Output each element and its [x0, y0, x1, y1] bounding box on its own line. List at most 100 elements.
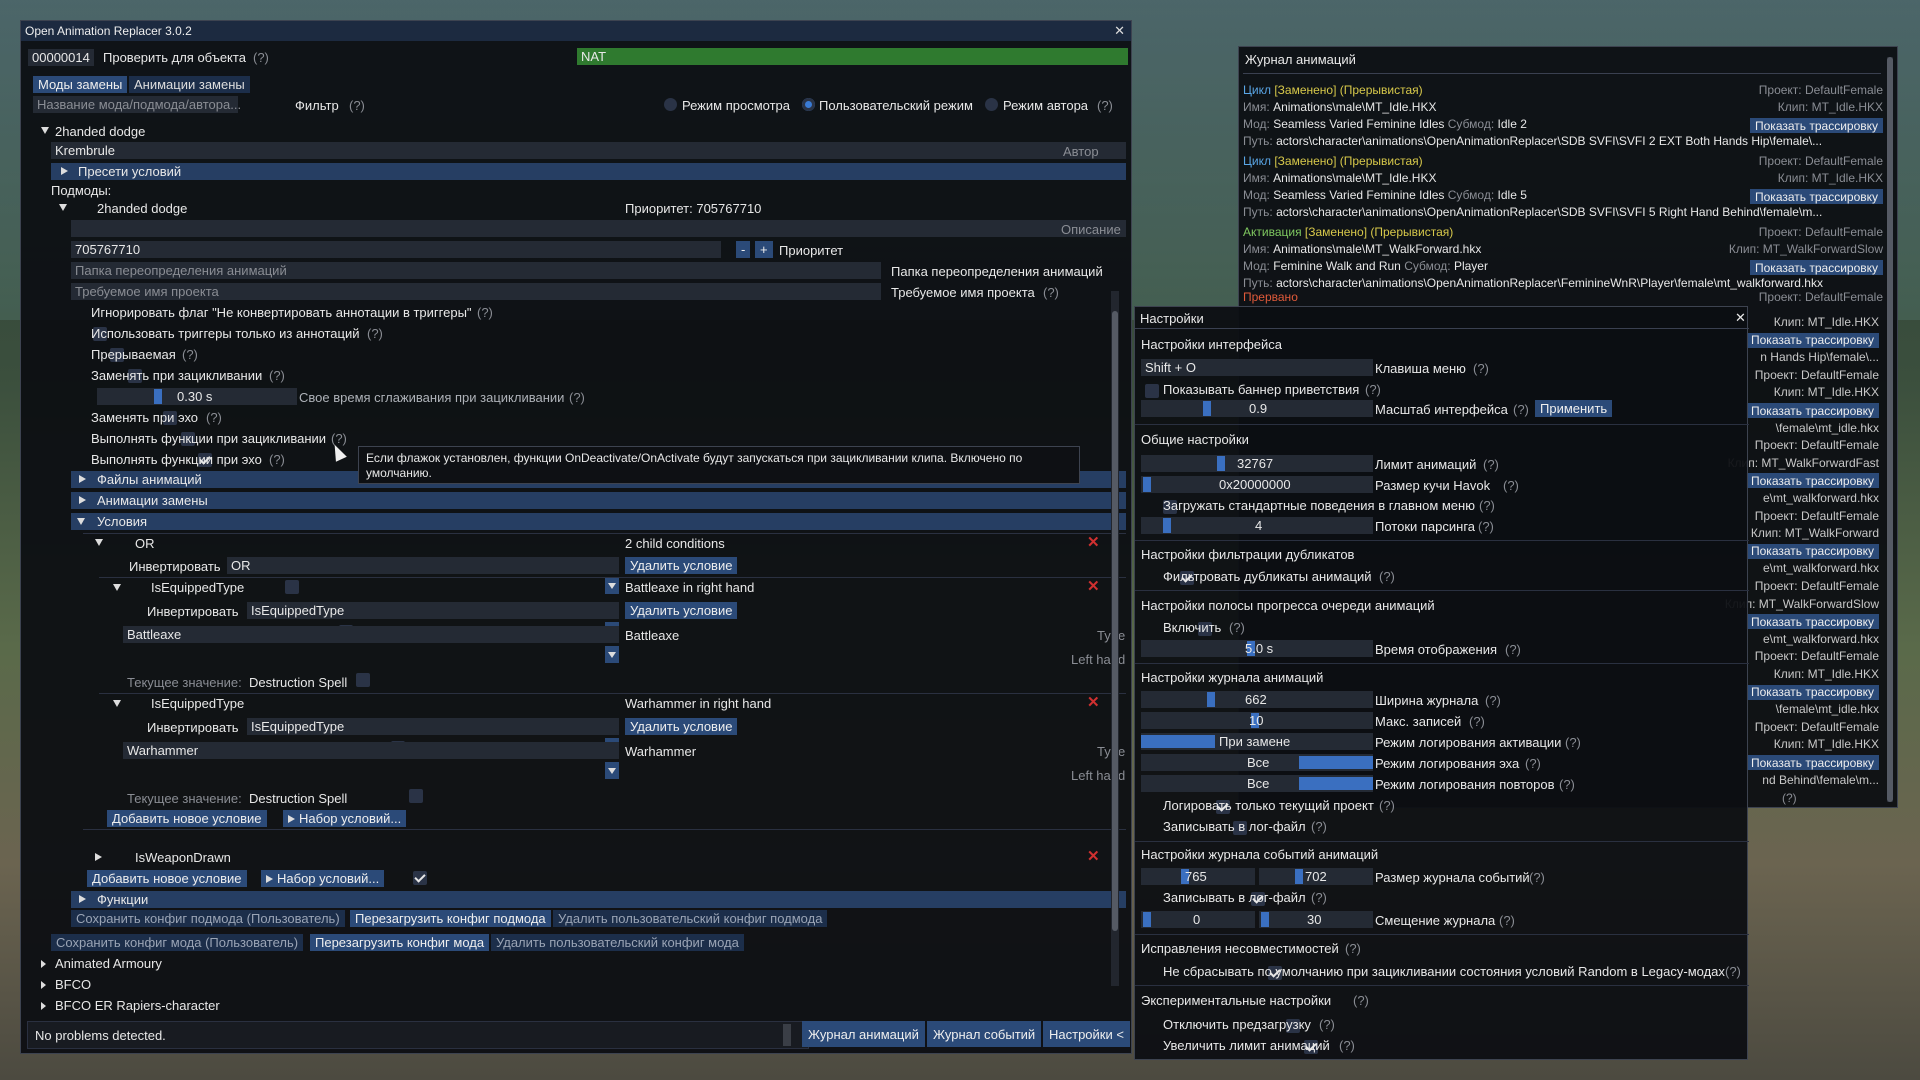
condition-type-select[interactable]: IsEquippedType [247, 718, 619, 735]
delete-condition-button[interactable]: Удалить условие [625, 718, 738, 735]
help-icon[interactable]: (?) [477, 305, 493, 320]
delete-condition-button[interactable]: Удалить условие [625, 557, 738, 574]
log-offset-y-slider[interactable]: 30 [1259, 911, 1373, 928]
show-trace-button[interactable]: Показать трассировку [1746, 614, 1879, 630]
search-input[interactable]: Название мода/подмода/автора... [33, 96, 241, 113]
collapse-arrow-icon[interactable] [95, 539, 103, 546]
menu-key-input[interactable]: Shift + O [1141, 359, 1373, 376]
help-icon[interactable]: (?) [349, 98, 365, 113]
help-icon[interactable]: (?) [1473, 361, 1489, 376]
blend-time-slider[interactable]: 0.30 s [97, 388, 297, 405]
event-log-button[interactable]: Журнал событий [927, 1021, 1042, 1047]
show-trace-button[interactable]: Показать трассировку [1746, 403, 1879, 418]
log-offset-x-slider[interactable]: 0 [1141, 911, 1255, 928]
expand-arrow-icon[interactable] [79, 496, 86, 504]
delete-submod-config-button[interactable]: Удалить пользовательский конфиг подмода [553, 910, 828, 927]
expand-arrow-icon[interactable] [41, 960, 46, 968]
help-icon[interactable]: (?) [1043, 285, 1059, 300]
functions-header[interactable] [71, 891, 1126, 908]
ui-scale-slider[interactable]: 0.9 [1141, 400, 1373, 417]
loop-mode-slider[interactable]: Все [1141, 775, 1373, 792]
show-trace-button[interactable]: Показать трассировку [1746, 755, 1879, 770]
main-title-bar[interactable]: Open Animation Replacer 3.0.2 ✕ [21, 21, 1131, 41]
help-icon[interactable]: (?) [1469, 714, 1485, 729]
show-trace-button[interactable]: Показать трассировку [1750, 118, 1883, 133]
mod-name[interactable]: 2handed dodge [55, 124, 145, 139]
add-condition-button[interactable]: Добавить новое условие [87, 870, 247, 887]
help-icon[interactable]: (?) [1499, 913, 1515, 928]
help-icon[interactable]: (?) [1365, 382, 1381, 397]
mod-list-item[interactable]: Animated Armoury [55, 956, 162, 971]
show-banner-checkbox[interactable] [1145, 383, 1159, 398]
help-icon[interactable]: (?) [1311, 890, 1327, 905]
help-icon[interactable]: (?) [1478, 519, 1494, 534]
display-time-slider[interactable]: 5.0 s [1141, 640, 1373, 657]
tab-replacement-animations[interactable]: Анимации замены [129, 76, 250, 93]
help-icon[interactable]: (?) [1379, 569, 1395, 584]
echo-mode-slider[interactable]: Все [1141, 754, 1373, 771]
scrollbar[interactable] [1887, 57, 1893, 802]
weapon-type-select[interactable]: Warhammer [123, 742, 619, 759]
weapon-type-select[interactable]: Battleaxe [123, 626, 619, 643]
havok-heap-slider[interactable]: 0x20000000 [1141, 476, 1373, 493]
help-icon[interactable]: (?) [1505, 642, 1521, 657]
help-icon[interactable]: (?) [1529, 870, 1545, 885]
help-icon[interactable]: (?) [1097, 98, 1113, 113]
condition-checkbox[interactable] [412, 870, 427, 885]
help-icon[interactable]: (?) [1559, 777, 1575, 792]
close-icon[interactable]: ✕ [1114, 23, 1125, 39]
help-icon[interactable]: (?) [1725, 964, 1741, 979]
condition-type-select[interactable]: IsEquippedType [247, 602, 619, 619]
submod-name[interactable]: 2handed dodge [97, 201, 187, 216]
conditions-header[interactable] [71, 513, 1126, 530]
left-hand-checkbox[interactable] [409, 788, 423, 803]
show-trace-button[interactable]: Показать трассировку [1746, 543, 1879, 559]
collapse-arrow-icon[interactable] [59, 204, 67, 211]
collapse-arrow-icon[interactable] [77, 518, 85, 525]
log-width-slider[interactable]: 662 [1141, 691, 1373, 708]
scrollbar[interactable] [1111, 291, 1119, 986]
priority-increment-button[interactable]: + [755, 241, 773, 258]
help-icon[interactable]: (?) [1485, 693, 1501, 708]
expand-arrow-icon[interactable] [61, 167, 68, 175]
help-icon[interactable]: (?) [1229, 620, 1245, 635]
help-icon[interactable]: (?) [1339, 1038, 1355, 1053]
help-icon[interactable]: (?) [269, 368, 285, 383]
project-name-input[interactable]: Требуемое имя проекта [71, 283, 881, 300]
help-icon[interactable]: (?) [569, 390, 585, 405]
help-icon[interactable]: (?) [1525, 756, 1541, 771]
chevron-down-icon[interactable] [605, 646, 619, 663]
help-icon[interactable]: (?) [1782, 791, 1797, 805]
radio-user-mode[interactable] [802, 98, 815, 111]
help-icon[interactable]: (?) [253, 50, 269, 65]
add-condition-button[interactable]: Добавить новое условие [107, 810, 267, 827]
expand-arrow-icon[interactable] [79, 895, 86, 903]
help-icon[interactable]: (?) [1513, 402, 1529, 417]
help-icon[interactable]: (?) [182, 347, 198, 362]
help-icon[interactable]: (?) [206, 410, 222, 425]
parse-threads-slider[interactable]: 4 [1141, 517, 1373, 534]
help-icon[interactable]: (?) [1311, 819, 1327, 834]
radio-view-mode[interactable] [664, 98, 677, 111]
presets-header[interactable] [51, 163, 1126, 180]
delete-x-icon[interactable]: ✕ [1087, 847, 1100, 865]
collapse-arrow-icon[interactable] [113, 584, 121, 591]
chevron-down-icon[interactable] [605, 762, 619, 779]
collapse-arrow-icon[interactable] [113, 700, 121, 707]
condition-set-button[interactable]: Набор условий... [283, 810, 407, 827]
show-trace-button[interactable]: Показать трассировку [1746, 684, 1879, 700]
expand-arrow-icon[interactable] [41, 981, 46, 989]
anim-limit-slider[interactable]: 32767 [1141, 455, 1373, 472]
help-icon[interactable]: (?) [1483, 457, 1499, 472]
help-icon[interactable]: (?) [1565, 735, 1581, 750]
tab-replacer-mods[interactable]: Моды замены [33, 76, 128, 93]
collapse-arrow-icon[interactable] [41, 127, 49, 134]
author-field[interactable]: Krembrule [51, 142, 1126, 159]
help-icon[interactable]: (?) [269, 452, 285, 467]
settings-toggle-button[interactable]: Настройки < [1043, 1021, 1130, 1047]
replacement-animations-header[interactable] [71, 492, 1126, 509]
activate-mode-slider[interactable]: При замене [1141, 733, 1373, 750]
event-log-width-slider[interactable]: 765 [1141, 868, 1255, 885]
help-icon[interactable]: (?) [1479, 498, 1495, 513]
event-log-height-slider[interactable]: 702 [1259, 868, 1373, 885]
